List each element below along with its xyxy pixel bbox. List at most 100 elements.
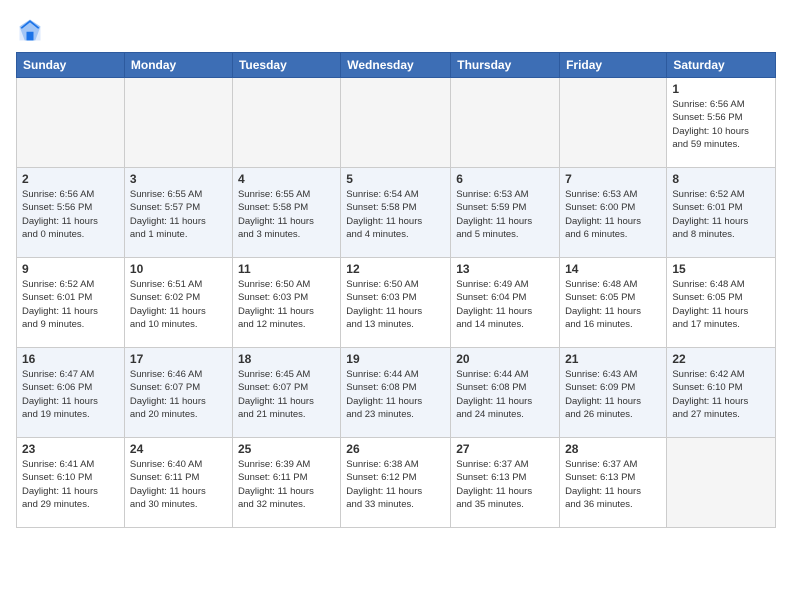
day-info: Sunrise: 6:37 AM Sunset: 6:13 PM Dayligh… [456, 458, 554, 511]
calendar-header-sunday: Sunday [17, 53, 125, 78]
calendar-cell: 22 Sunrise: 6:42 AM Sunset: 6:10 PM Dayli… [667, 348, 776, 438]
day-info: Sunrise: 6:43 AM Sunset: 6:09 PM Dayligh… [565, 368, 661, 421]
day-info: Sunrise: 6:37 AM Sunset: 6:13 PM Dayligh… [565, 458, 661, 511]
day-info: Sunrise: 6:44 AM Sunset: 6:08 PM Dayligh… [346, 368, 445, 421]
calendar-header-saturday: Saturday [667, 53, 776, 78]
calendar-cell: 25 Sunrise: 6:39 AM Sunset: 6:11 PM Dayli… [232, 438, 340, 528]
calendar-cell: 9 Sunrise: 6:52 AM Sunset: 6:01 PM Daylig… [17, 258, 125, 348]
calendar-cell: 14 Sunrise: 6:48 AM Sunset: 6:05 PM Dayli… [560, 258, 667, 348]
day-info: Sunrise: 6:48 AM Sunset: 6:05 PM Dayligh… [672, 278, 770, 331]
day-number: 21 [565, 352, 661, 366]
day-number: 24 [130, 442, 227, 456]
day-number: 23 [22, 442, 119, 456]
calendar-cell: 7 Sunrise: 6:53 AM Sunset: 6:00 PM Daylig… [560, 168, 667, 258]
day-info: Sunrise: 6:50 AM Sunset: 6:03 PM Dayligh… [346, 278, 445, 331]
calendar-week-row: 9 Sunrise: 6:52 AM Sunset: 6:01 PM Daylig… [17, 258, 776, 348]
day-info: Sunrise: 6:51 AM Sunset: 6:02 PM Dayligh… [130, 278, 227, 331]
day-number: 26 [346, 442, 445, 456]
calendar-cell: 26 Sunrise: 6:38 AM Sunset: 6:12 PM Dayli… [341, 438, 451, 528]
calendar-cell: 18 Sunrise: 6:45 AM Sunset: 6:07 PM Dayli… [232, 348, 340, 438]
day-info: Sunrise: 6:55 AM Sunset: 5:57 PM Dayligh… [130, 188, 227, 241]
calendar-cell: 6Sunrise: 6:53 AM Sunset: 5:59 PM Daylig… [451, 168, 560, 258]
day-info: Sunrise: 6:55 AM Sunset: 5:58 PM Dayligh… [238, 188, 335, 241]
page-header [16, 16, 776, 44]
logo-icon [16, 16, 44, 44]
calendar-cell: 19 Sunrise: 6:44 AM Sunset: 6:08 PM Dayli… [341, 348, 451, 438]
day-number: 8 [672, 172, 770, 186]
calendar-header-monday: Monday [124, 53, 232, 78]
day-number: 10 [130, 262, 227, 276]
calendar-cell: 20 Sunrise: 6:44 AM Sunset: 6:08 PM Dayli… [451, 348, 560, 438]
day-info: Sunrise: 6:40 AM Sunset: 6:11 PM Dayligh… [130, 458, 227, 511]
day-number: 20 [456, 352, 554, 366]
calendar-header-friday: Friday [560, 53, 667, 78]
calendar-cell: 17Sunrise: 6:46 AM Sunset: 6:07 PM Dayli… [124, 348, 232, 438]
day-info: Sunrise: 6:49 AM Sunset: 6:04 PM Dayligh… [456, 278, 554, 331]
calendar-header-tuesday: Tuesday [232, 53, 340, 78]
day-number: 3 [130, 172, 227, 186]
day-number: 19 [346, 352, 445, 366]
calendar-cell: 21 Sunrise: 6:43 AM Sunset: 6:09 PM Dayli… [560, 348, 667, 438]
day-number: 4 [238, 172, 335, 186]
calendar-cell: 11 Sunrise: 6:50 AM Sunset: 6:03 PM Dayli… [232, 258, 340, 348]
day-number: 5 [346, 172, 445, 186]
calendar-cell: 3 Sunrise: 6:55 AM Sunset: 5:57 PM Daylig… [124, 168, 232, 258]
day-number: 28 [565, 442, 661, 456]
calendar-cell: 10 Sunrise: 6:51 AM Sunset: 6:02 PM Dayli… [124, 258, 232, 348]
day-number: 11 [238, 262, 335, 276]
day-info: Sunrise: 6:39 AM Sunset: 6:11 PM Dayligh… [238, 458, 335, 511]
calendar-cell: 4 Sunrise: 6:55 AM Sunset: 5:58 PM Daylig… [232, 168, 340, 258]
day-number: 27 [456, 442, 554, 456]
calendar-header-row: SundayMondayTuesdayWednesdayThursdayFrid… [17, 53, 776, 78]
calendar-week-row: 16 Sunrise: 6:47 AM Sunset: 6:06 PM Dayli… [17, 348, 776, 438]
day-info: Sunrise: 6:48 AM Sunset: 6:05 PM Dayligh… [565, 278, 661, 331]
day-number: 6 [456, 172, 554, 186]
day-number: 16 [22, 352, 119, 366]
day-info: Sunrise: 6:38 AM Sunset: 6:12 PM Dayligh… [346, 458, 445, 511]
calendar-cell: 2 Sunrise: 6:56 AM Sunset: 5:56 PM Daylig… [17, 168, 125, 258]
calendar-cell: 16 Sunrise: 6:47 AM Sunset: 6:06 PM Dayli… [17, 348, 125, 438]
day-info: Sunrise: 6:42 AM Sunset: 6:10 PM Dayligh… [672, 368, 770, 421]
calendar-cell [667, 438, 776, 528]
day-info: Sunrise: 6:45 AM Sunset: 6:07 PM Dayligh… [238, 368, 335, 421]
day-number: 15 [672, 262, 770, 276]
day-number: 14 [565, 262, 661, 276]
calendar-week-row: 1Sunrise: 6:56 AM Sunset: 5:56 PM Daylig… [17, 78, 776, 168]
day-info: Sunrise: 6:56 AM Sunset: 5:56 PM Dayligh… [22, 188, 119, 241]
day-number: 7 [565, 172, 661, 186]
day-info: Sunrise: 6:52 AM Sunset: 6:01 PM Dayligh… [672, 188, 770, 241]
day-info: Sunrise: 6:52 AM Sunset: 6:01 PM Dayligh… [22, 278, 119, 331]
calendar-header-thursday: Thursday [451, 53, 560, 78]
calendar-header-wednesday: Wednesday [341, 53, 451, 78]
calendar-cell [560, 78, 667, 168]
day-number: 25 [238, 442, 335, 456]
day-number: 12 [346, 262, 445, 276]
day-info: Sunrise: 6:50 AM Sunset: 6:03 PM Dayligh… [238, 278, 335, 331]
day-number: 2 [22, 172, 119, 186]
day-number: 13 [456, 262, 554, 276]
calendar-cell [451, 78, 560, 168]
calendar-cell: 12 Sunrise: 6:50 AM Sunset: 6:03 PM Dayli… [341, 258, 451, 348]
day-number: 9 [22, 262, 119, 276]
day-info: Sunrise: 6:44 AM Sunset: 6:08 PM Dayligh… [456, 368, 554, 421]
day-info: Sunrise: 6:47 AM Sunset: 6:06 PM Dayligh… [22, 368, 119, 421]
day-number: 22 [672, 352, 770, 366]
calendar-cell: 8 Sunrise: 6:52 AM Sunset: 6:01 PM Daylig… [667, 168, 776, 258]
calendar-cell: 1Sunrise: 6:56 AM Sunset: 5:56 PM Daylig… [667, 78, 776, 168]
day-number: 1 [672, 82, 770, 96]
calendar-cell: 24 Sunrise: 6:40 AM Sunset: 6:11 PM Dayli… [124, 438, 232, 528]
logo [16, 16, 48, 44]
calendar-cell [124, 78, 232, 168]
calendar-cell [341, 78, 451, 168]
day-info: Sunrise: 6:46 AM Sunset: 6:07 PM Dayligh… [130, 368, 227, 421]
calendar-cell: 15 Sunrise: 6:48 AM Sunset: 6:05 PM Dayli… [667, 258, 776, 348]
calendar-cell [232, 78, 340, 168]
day-info: Sunrise: 6:41 AM Sunset: 6:10 PM Dayligh… [22, 458, 119, 511]
calendar-cell [17, 78, 125, 168]
calendar-cell: 13 Sunrise: 6:49 AM Sunset: 6:04 PM Dayli… [451, 258, 560, 348]
calendar-cell: 5Sunrise: 6:54 AM Sunset: 5:58 PM Daylig… [341, 168, 451, 258]
calendar-table: SundayMondayTuesdayWednesdayThursdayFrid… [16, 52, 776, 528]
calendar-cell: 28 Sunrise: 6:37 AM Sunset: 6:13 PM Dayli… [560, 438, 667, 528]
day-number: 18 [238, 352, 335, 366]
day-info: Sunrise: 6:53 AM Sunset: 6:00 PM Dayligh… [565, 188, 661, 241]
